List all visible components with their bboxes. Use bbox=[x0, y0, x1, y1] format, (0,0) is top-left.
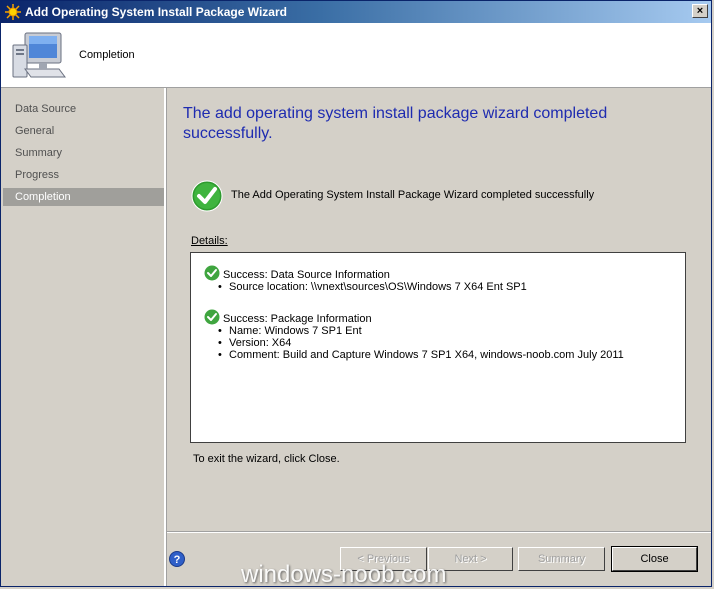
help-icon[interactable]: ? bbox=[169, 551, 185, 567]
detail-item: Version: X64 bbox=[204, 337, 624, 349]
detail-success-label: Success: Package Information bbox=[223, 313, 372, 325]
detail-group-package: Success: Package Information Name: Windo… bbox=[204, 309, 624, 361]
status-text: The Add Operating System Install Package… bbox=[231, 189, 595, 201]
nav-item-general[interactable]: General bbox=[3, 122, 164, 140]
watermark: windows-noob.com bbox=[241, 561, 447, 587]
details-box[interactable]: Success: Data Source Information Source … bbox=[190, 252, 686, 443]
nav-item-summary[interactable]: Summary bbox=[3, 144, 164, 162]
window-title: Add Operating System Install Package Wiz… bbox=[25, 5, 287, 19]
title-bar[interactable]: Add Operating System Install Package Wiz… bbox=[1, 1, 711, 23]
wizard-content: The add operating system install package… bbox=[167, 88, 711, 530]
computer-icon bbox=[12, 32, 66, 78]
summary-button[interactable]: Summary bbox=[518, 547, 605, 571]
detail-item: Comment: Build and Capture Windows 7 SP1… bbox=[204, 349, 624, 361]
detail-success-label: Success: Data Source Information bbox=[223, 269, 390, 281]
wizard-header: Completion bbox=[1, 23, 711, 88]
nav-item-progress[interactable]: Progress bbox=[3, 166, 164, 184]
close-button[interactable]: Close bbox=[611, 546, 698, 572]
exit-instructions: To exit the wizard, click Close. bbox=[193, 453, 340, 465]
nav-item-data-source[interactable]: Data Source bbox=[3, 100, 164, 118]
detail-group-data-source: Success: Data Source Information Source … bbox=[204, 265, 527, 293]
success-check-icon bbox=[191, 180, 223, 212]
success-check-icon bbox=[204, 309, 220, 325]
wizard-sun-icon bbox=[5, 4, 21, 20]
wizard-window: Add Operating System Install Package Wiz… bbox=[0, 0, 712, 587]
page-heading: Completion bbox=[79, 49, 135, 61]
detail-item: Source location: \\vnext\sources\OS\Wind… bbox=[204, 281, 527, 293]
success-check-icon bbox=[204, 265, 220, 281]
wizard-steps-nav: Data Source General Summary Progress Com… bbox=[1, 88, 166, 586]
svg-text:?: ? bbox=[174, 554, 181, 566]
detail-item: Name: Windows 7 SP1 Ent bbox=[204, 325, 624, 337]
close-window-button[interactable]: × bbox=[692, 4, 708, 18]
nav-item-completion[interactable]: Completion bbox=[3, 188, 164, 206]
completion-title: The add operating system install package… bbox=[183, 105, 608, 142]
close-icon: × bbox=[696, 5, 704, 17]
details-label: Details: bbox=[191, 235, 228, 247]
